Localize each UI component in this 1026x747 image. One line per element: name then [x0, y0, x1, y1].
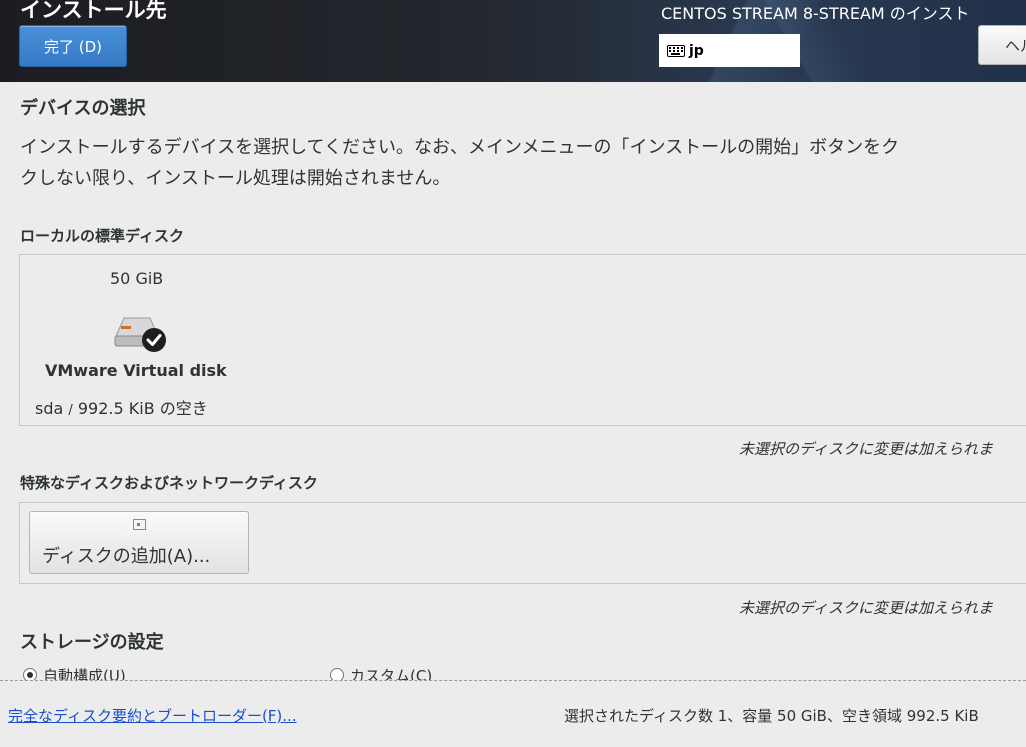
- radio-label-custom: カスタム(C): [350, 667, 433, 681]
- storage-config-heading: ストレージの設定: [20, 632, 164, 653]
- disk-free-space: sda / 992.5 KiB の空き: [35, 395, 208, 419]
- disk-device: sda: [35, 399, 64, 418]
- add-disk-button[interactable]: ディスクの追加(A)...: [29, 511, 249, 574]
- special-disks-heading: 特殊なディスクおよびネットワークディスク: [20, 474, 318, 492]
- bottom-bar: 完全なディスク要約とブートローダー(F)... 選択されたディスク数 1、容量 …: [0, 680, 1026, 747]
- distro-title: CENTOS STREAM 8-STREAM のインスト: [661, 4, 970, 23]
- help-button[interactable]: ヘル: [978, 25, 1026, 65]
- special-disks-panel: ディスクの追加(A)...: [19, 502, 1026, 584]
- special-disks-note: 未選択のディスクに変更は加えられま: [739, 599, 993, 617]
- radio-automatic[interactable]: 自動構成(U): [23, 665, 126, 681]
- local-disks-heading: ローカルの標準ディスク: [20, 227, 184, 245]
- add-disk-icon: [133, 519, 146, 530]
- disk-size: 50 GiB: [110, 269, 164, 288]
- done-button[interactable]: 完了 (D): [19, 25, 127, 67]
- keyboard-icon: [667, 44, 685, 57]
- hard-disk-icon: [114, 317, 166, 352]
- radio-label-automatic: 自動構成(U): [43, 667, 126, 681]
- local-disks-panel: 50 GiB VMware Virtual disk sda / 992.5 K…: [19, 254, 1026, 426]
- device-selection-heading: デバイスの選択: [20, 98, 146, 119]
- description-line-1: インストールするデバイスを選択してください。なお、メインメニューの「インストール…: [20, 137, 900, 158]
- disk-item[interactable]: 50 GiB VMware Virtual disk sda / 992.5 K…: [20, 255, 260, 425]
- disk-name: VMware Virtual disk: [45, 361, 227, 380]
- add-disk-label: ディスクの追加(A)...: [42, 546, 211, 567]
- disk-separator: /: [68, 403, 73, 418]
- local-disks-note: 未選択のディスクに変更は加えられま: [739, 440, 993, 458]
- description-line-2: クしない限り、インストール処理は開始されません。: [20, 168, 451, 189]
- keyboard-layout-label: jp: [689, 42, 704, 59]
- device-selection-description: インストールするデバイスを選択してください。なお、メインメニューの「インストール…: [20, 132, 1026, 194]
- disk-free-value: 992.5 KiB の空き: [77, 399, 208, 418]
- full-disk-summary-link[interactable]: 完全なディスク要約とブートローダー(F)...: [8, 705, 297, 726]
- keyboard-layout-indicator[interactable]: jp: [659, 34, 800, 67]
- spoke-title: インストール先: [20, 0, 167, 22]
- selected-disks-summary: 選択されたディスク数 1、容量 50 GiB、空き領域 992.5 KiB: [564, 707, 979, 725]
- header-bar: インストール先 完了 (D) CENTOS STREAM 8-STREAM のイ…: [0, 0, 1026, 82]
- radio-custom[interactable]: カスタム(C): [330, 665, 432, 681]
